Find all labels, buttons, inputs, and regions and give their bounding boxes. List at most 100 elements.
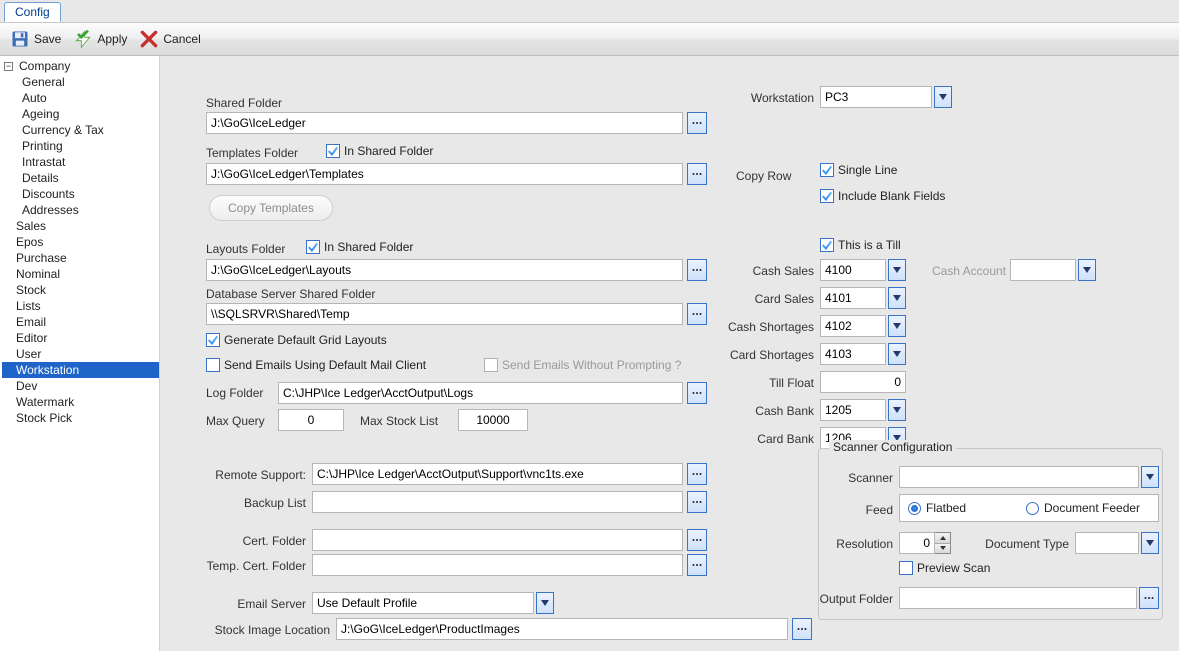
send-emails-default-check[interactable]: Send Emails Using Default Mail Client (206, 358, 426, 372)
cert-folder-label: Cert. Folder (170, 534, 306, 548)
apply-button[interactable]: Apply (69, 27, 131, 51)
cash-sales-dropdown[interactable] (888, 259, 906, 281)
tree-item-editor[interactable]: Editor (2, 330, 159, 346)
cert-folder-input[interactable] (312, 529, 683, 551)
cash-sales-select[interactable] (820, 259, 886, 281)
shared-folder-browse[interactable] (687, 112, 707, 134)
remote-support-browse[interactable] (687, 463, 707, 485)
output-folder-browse[interactable] (1139, 587, 1159, 609)
shared-folder-input[interactable] (206, 112, 683, 134)
backup-list-browse[interactable] (687, 491, 707, 513)
tree-item-addresses[interactable]: Addresses (2, 202, 159, 218)
email-server-dropdown[interactable] (536, 592, 554, 614)
doc-type-select[interactable] (1075, 532, 1139, 554)
cash-account-select[interactable] (1010, 259, 1076, 281)
temp-cert-folder-browse[interactable] (687, 554, 707, 576)
spin-down-icon[interactable] (935, 543, 950, 554)
email-server-select[interactable] (312, 592, 534, 614)
cert-folder-browse[interactable] (687, 529, 707, 551)
collapse-icon[interactable]: − (4, 62, 13, 71)
scanner-select[interactable] (899, 466, 1139, 488)
remote-support-input[interactable] (312, 463, 683, 485)
tree-label: Stock (16, 283, 46, 297)
tree-item-epos[interactable]: Epos (2, 234, 159, 250)
copy-row-label: Copy Row (736, 169, 791, 183)
tree-item-stock-pick[interactable]: Stock Pick (2, 410, 159, 426)
tree-item-sales[interactable]: Sales (2, 218, 159, 234)
tree-item-auto[interactable]: Auto (2, 90, 159, 106)
tree-item-lists[interactable]: Lists (2, 298, 159, 314)
output-folder-input[interactable] (899, 587, 1137, 609)
save-icon (10, 29, 30, 49)
cash-shortages-select[interactable] (820, 315, 886, 337)
tree-item-company[interactable]: − Company (2, 58, 159, 74)
tree-item-dev[interactable]: Dev (2, 378, 159, 394)
db-server-shared-input[interactable] (206, 303, 683, 325)
save-label: Save (34, 32, 61, 46)
include-blank-check[interactable]: Include Blank Fields (820, 189, 945, 203)
scanner-dropdown[interactable] (1141, 466, 1159, 488)
tree-item-intrastat[interactable]: Intrastat (2, 154, 159, 170)
workstation-dropdown[interactable] (934, 86, 952, 108)
tree-item-nominal[interactable]: Nominal (2, 266, 159, 282)
max-stock-list-input[interactable] (458, 409, 528, 431)
cash-account-dropdown[interactable] (1078, 259, 1096, 281)
send-emails-noprompt-check[interactable]: Send Emails Without Prompting ? (484, 358, 681, 372)
layouts-folder-browse[interactable] (687, 259, 707, 281)
layouts-in-shared-check[interactable]: In Shared Folder (306, 240, 413, 254)
card-sales-select[interactable] (820, 287, 886, 309)
tree-item-email[interactable]: Email (2, 314, 159, 330)
cancel-button[interactable]: Cancel (135, 27, 204, 51)
log-folder-input[interactable] (278, 382, 683, 404)
resolution-spinner[interactable] (899, 532, 951, 554)
tab-config[interactable]: Config (4, 2, 61, 22)
tree-item-details[interactable]: Details (2, 170, 159, 186)
tree-item-stock[interactable]: Stock (2, 282, 159, 298)
tree-item-discounts[interactable]: Discounts (2, 186, 159, 202)
tree-item-watermark[interactable]: Watermark (2, 394, 159, 410)
tree-item-printing[interactable]: Printing (2, 138, 159, 154)
till-float-input[interactable] (820, 371, 906, 393)
temp-cert-folder-input[interactable] (312, 554, 683, 576)
this-is-till-check[interactable]: This is a Till (820, 238, 901, 252)
radio-icon (1026, 502, 1039, 515)
layouts-folder-input[interactable] (206, 259, 683, 281)
cash-account-label: Cash Account (918, 264, 1006, 278)
tree-item-workstation[interactable]: Workstation (2, 362, 159, 378)
feed-doc-feeder-radio[interactable]: Document Feeder (1026, 501, 1140, 515)
templates-folder-browse[interactable] (687, 163, 707, 185)
cash-bank-dropdown[interactable] (888, 399, 906, 421)
card-shortages-select[interactable] (820, 343, 886, 365)
tree-item-general[interactable]: General (2, 74, 159, 90)
save-button[interactable]: Save (6, 27, 65, 51)
tree-item-currency-tax[interactable]: Currency & Tax (2, 122, 159, 138)
card-sales-dropdown[interactable] (888, 287, 906, 309)
tree-item-purchase[interactable]: Purchase (2, 250, 159, 266)
spin-up-icon[interactable] (935, 533, 950, 543)
single-line-check[interactable]: Single Line (820, 163, 897, 177)
tree-item-user[interactable]: User (2, 346, 159, 362)
chevron-down-icon (541, 600, 549, 606)
backup-list-input[interactable] (312, 491, 683, 513)
generate-default-grid-check[interactable]: Generate Default Grid Layouts (206, 333, 387, 347)
chevron-down-icon (893, 351, 901, 357)
log-folder-browse[interactable] (687, 382, 707, 404)
card-shortages-dropdown[interactable] (888, 343, 906, 365)
workstation-select[interactable] (820, 86, 932, 108)
db-server-shared-browse[interactable] (687, 303, 707, 325)
preview-scan-check[interactable]: Preview Scan (899, 561, 990, 575)
tree-item-ageing[interactable]: Ageing (2, 106, 159, 122)
stock-image-loc-browse[interactable] (792, 618, 812, 640)
max-query-input[interactable] (278, 409, 344, 431)
stock-image-loc-input[interactable] (336, 618, 788, 640)
templates-in-shared-check[interactable]: In Shared Folder (326, 144, 433, 158)
shared-folder-label: Shared Folder (206, 96, 406, 110)
cash-bank-select[interactable] (820, 399, 886, 421)
cash-shortages-dropdown[interactable] (888, 315, 906, 337)
feed-flatbed-radio[interactable]: Flatbed (908, 501, 966, 515)
card-bank-label: Card Bank (716, 432, 814, 446)
resolution-input[interactable] (899, 532, 935, 554)
copy-templates-button[interactable]: Copy Templates (209, 195, 333, 221)
doc-type-dropdown[interactable] (1141, 532, 1159, 554)
templates-folder-input[interactable] (206, 163, 683, 185)
